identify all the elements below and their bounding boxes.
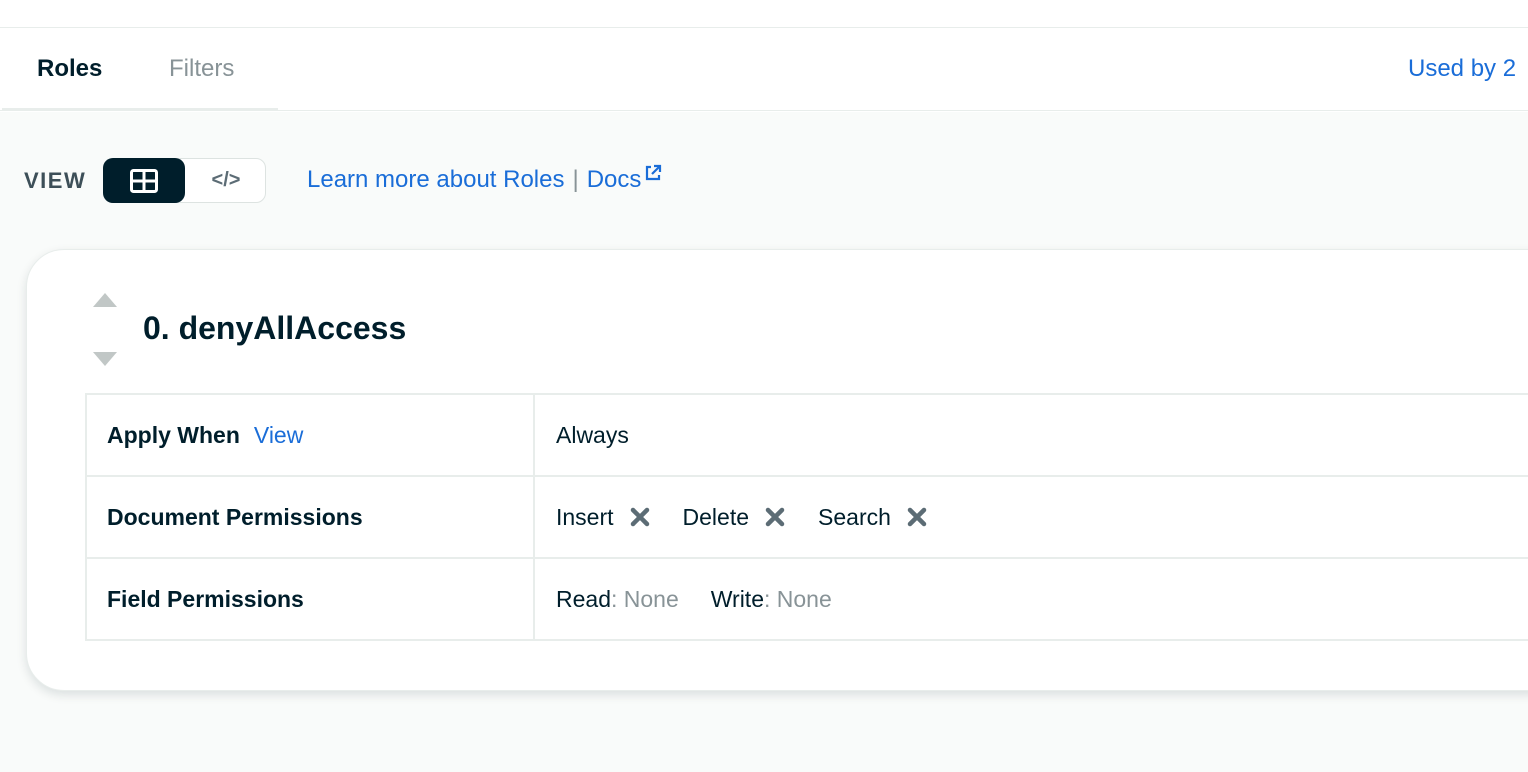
view-label: VIEW (24, 168, 87, 193)
document-permissions-label: Document Permissions (107, 503, 363, 530)
used-by-link[interactable]: Used by 2 (1408, 55, 1516, 83)
document-permissions-value-cell: Insert Delete Search (535, 477, 960, 557)
apply-when-label: Apply When (107, 421, 240, 448)
permission-insert-label: Insert (556, 503, 614, 530)
move-down-icon[interactable] (93, 352, 117, 366)
write-value: None (776, 585, 832, 612)
write-permission: Write: None (711, 586, 832, 613)
apply-when-cell: Apply When View (87, 395, 535, 475)
table-row-apply-when: Apply When View Always (87, 395, 1528, 477)
view-toggle: </> (103, 158, 266, 203)
permission-search: Search (818, 504, 927, 531)
permission-search-label: Search (818, 503, 891, 530)
top-bar (0, 0, 1528, 28)
tab-roles[interactable]: Roles (37, 55, 102, 83)
link-separator: | (572, 166, 579, 193)
apply-when-view-link[interactable]: View (254, 422, 303, 449)
help-links: Learn more about Roles | Docs (307, 164, 662, 194)
write-colon: : (764, 585, 771, 612)
table-row-document-permissions: Document Permissions Insert Delete Searc… (87, 477, 1528, 559)
learn-more-link[interactable]: Learn more about Roles (307, 166, 564, 193)
permission-delete-label: Delete (682, 503, 750, 530)
permissions-table: Apply When View Always Document Permissi… (85, 393, 1528, 641)
tab-underline (2, 108, 278, 111)
tabs-row: Roles Filters Used by 2 (0, 29, 1528, 111)
read-label: Read (556, 585, 611, 612)
code-view-button[interactable]: </> (185, 158, 267, 203)
table-row-field-permissions: Field Permissions Read: None Write: None (87, 559, 1528, 641)
docs-link[interactable]: Docs (587, 166, 642, 193)
field-permissions-value-cell: Read: None Write: None (535, 559, 864, 639)
write-label: Write (710, 585, 764, 612)
move-up-icon[interactable] (93, 293, 117, 307)
field-permissions-label: Field Permissions (107, 585, 304, 612)
role-card: 0. denyAllAccess Apply When View Always … (26, 249, 1528, 691)
x-icon (630, 507, 649, 527)
main-content: VIEW </> Learn more about Roles | Docs 0. … (0, 112, 1528, 772)
apply-when-value-cell: Always (535, 395, 629, 475)
tab-filters[interactable]: Filters (169, 55, 234, 83)
role-title: 0. denyAllAccess (143, 310, 407, 346)
document-permissions-cell: Document Permissions (87, 477, 535, 557)
table-icon (130, 168, 158, 193)
read-colon: : (610, 585, 618, 612)
code-icon: </> (211, 169, 241, 191)
table-view-button[interactable] (103, 158, 185, 203)
apply-when-value: Always (556, 421, 629, 448)
read-permission: Read: None (556, 586, 679, 613)
external-link-icon[interactable] (644, 164, 662, 182)
permission-insert: Insert (556, 504, 650, 531)
field-permissions-cell: Field Permissions (87, 559, 535, 639)
permission-delete: Delete (683, 504, 785, 531)
read-value: None (623, 585, 679, 612)
x-icon (907, 507, 927, 527)
x-icon (765, 507, 785, 527)
